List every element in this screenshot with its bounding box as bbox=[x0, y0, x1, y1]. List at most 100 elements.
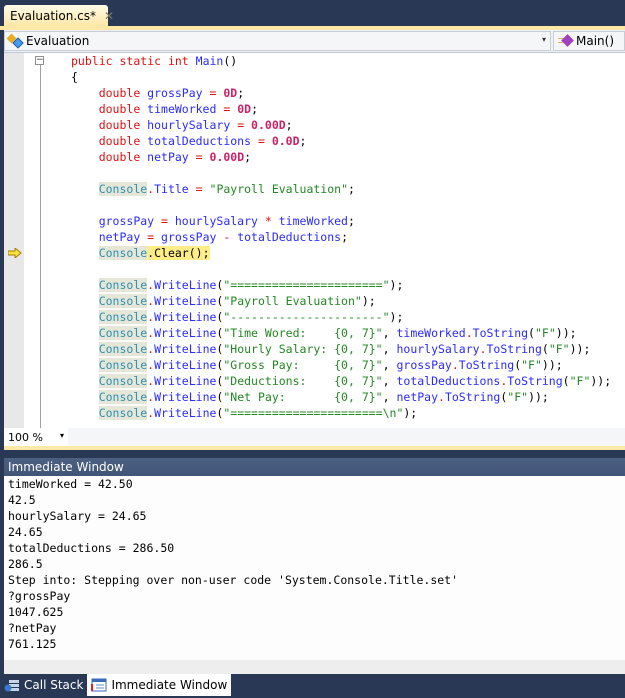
current-statement-arrow-icon bbox=[8, 248, 22, 258]
code-line[interactable]: public static int Main() bbox=[71, 53, 611, 69]
code-token-punc: ; bbox=[251, 102, 258, 116]
collapse-icon[interactable]: − bbox=[35, 56, 44, 65]
method-icon bbox=[558, 34, 574, 48]
tab-call-stack[interactable]: Call Stack bbox=[0, 674, 87, 696]
code-token-punc: ); bbox=[389, 278, 404, 292]
code-token-punc: () bbox=[223, 54, 238, 68]
code-token-str: "Time Wored: {0, 7}" bbox=[223, 326, 383, 340]
current-code-line[interactable]: Console.Clear(); bbox=[71, 245, 611, 261]
code-token-kw: public bbox=[71, 54, 120, 68]
code-token-punc: )); bbox=[555, 326, 577, 340]
code-token-cls: Console bbox=[98, 310, 148, 324]
code-token-op: . bbox=[451, 358, 459, 372]
code-token-cls: Console bbox=[98, 358, 148, 372]
code-line[interactable]: Console.WriteLine("Gross Pay: {0, 7}", g… bbox=[71, 357, 611, 373]
code-line[interactable]: Console.WriteLine("Deductions: {0, 7}", … bbox=[71, 373, 611, 389]
code-token-id: totalDeductions bbox=[147, 134, 252, 148]
code-line[interactable]: Console.WriteLine("---------------------… bbox=[71, 309, 611, 325]
code-token-punc: ; bbox=[348, 214, 355, 228]
code-token-str: "Gross Pay: {0, 7}" bbox=[223, 358, 383, 372]
code-line[interactable] bbox=[71, 261, 611, 277]
code-token-cls: Console bbox=[98, 294, 148, 308]
code-line[interactable] bbox=[71, 165, 611, 181]
code-token-id: Main bbox=[195, 54, 224, 68]
output-line: 761.125 bbox=[8, 637, 57, 651]
code-line[interactable]: double grossPay = 0D; bbox=[71, 85, 611, 101]
code-token-mem: WriteLine bbox=[154, 326, 217, 340]
code-token-punc: )); bbox=[528, 390, 549, 404]
code-token-punc: ( bbox=[562, 374, 570, 388]
call-stack-icon bbox=[4, 680, 19, 692]
code-token-str: "F" bbox=[548, 342, 570, 356]
code-token-punc: { bbox=[71, 70, 78, 84]
horizontal-scrollbar[interactable] bbox=[4, 660, 625, 674]
code-line[interactable]: Console.WriteLine("Payroll Evaluation"); bbox=[71, 293, 611, 309]
code-token-punc: ; bbox=[299, 134, 307, 148]
code-line[interactable]: netPay = grossPay - totalDeductions; bbox=[71, 229, 611, 245]
code-line[interactable]: double netPay = 0.00D; bbox=[71, 149, 611, 165]
tool-window-tabs: Call Stack Immediate Window bbox=[0, 674, 625, 698]
code-token-punc: ; bbox=[285, 118, 293, 132]
code-token-mem: ToString bbox=[458, 358, 515, 372]
code-token-str: "Net Pay: {0, 7}" bbox=[223, 390, 383, 404]
code-token-op: - bbox=[216, 230, 238, 244]
code-line[interactable]: Console.Title = "Payroll Evaluation"; bbox=[71, 181, 611, 197]
code-line[interactable]: grossPay = hourlySalary * timeWorked; bbox=[71, 213, 611, 229]
code-token-cls: Console bbox=[98, 182, 148, 196]
code-token-punc: , bbox=[382, 390, 397, 404]
code-token-op: = bbox=[251, 134, 272, 148]
code-token-mem: WriteLine bbox=[154, 390, 217, 404]
code-token-op: = bbox=[216, 102, 238, 116]
code-token-str: "======================\n" bbox=[223, 406, 404, 420]
code-line[interactable]: double timeWorked = 0D; bbox=[71, 101, 611, 117]
code-line[interactable]: Console.WriteLine("Net Pay: {0, 7}", net… bbox=[71, 389, 611, 405]
code-token-punc: , bbox=[382, 358, 397, 372]
zoom-level-dropdown[interactable]: 100 % ▾ bbox=[4, 428, 68, 446]
code-line[interactable]: Console. WriteLine ("Hourly Salary: {0, 7}… bbox=[71, 341, 611, 357]
class-selector-dropdown[interactable]: Evaluation ▾ bbox=[4, 31, 551, 51]
code-token-kw: double bbox=[98, 102, 148, 116]
immediate-window-output[interactable]: timeWorked = 42.50 42.5 hourlySalary = 24.… bbox=[4, 476, 625, 672]
code-line[interactable] bbox=[71, 197, 611, 213]
code-token-cls: Console bbox=[98, 390, 148, 404]
code-line[interactable]: { bbox=[71, 69, 611, 85]
tab-call-stack-label: Call Stack bbox=[24, 678, 84, 692]
output-line: Step into: Stepping over non-user code '… bbox=[8, 573, 459, 587]
code-token-str: "Hourly Salary: {0, 7}" bbox=[223, 342, 383, 356]
member-selector-dropdown[interactable]: Main() bbox=[553, 31, 625, 51]
code-token-str: "----------------------" bbox=[223, 310, 390, 324]
indicator-margin[interactable] bbox=[4, 53, 24, 428]
code-token-punc: )); bbox=[569, 342, 591, 356]
code-token-mem: WriteLine bbox=[154, 342, 217, 356]
close-icon[interactable]: ✕ bbox=[104, 9, 114, 23]
output-line: ?grossPay bbox=[8, 589, 71, 603]
code-text[interactable]: public static int Main(){ double grossPa… bbox=[71, 53, 611, 421]
code-editor[interactable]: − public static int Main(){ double gross… bbox=[4, 53, 625, 428]
chevron-down-icon: ▾ bbox=[541, 35, 546, 44]
code-token-op: . bbox=[438, 390, 445, 404]
code-token-str: "F" bbox=[507, 390, 529, 404]
code-line[interactable]: Console.WriteLine("=====================… bbox=[71, 277, 611, 293]
code-token-kw: static bbox=[119, 54, 168, 68]
code-token-punc: ; bbox=[244, 150, 252, 164]
code-line[interactable]: double totalDeductions = 0.0D; bbox=[71, 133, 611, 149]
code-token-str: "F" bbox=[521, 358, 542, 372]
code-token-kw: double bbox=[98, 150, 148, 164]
tab-immediate-window[interactable]: Immediate Window bbox=[87, 674, 232, 696]
code-token-id: grossPay bbox=[161, 230, 217, 244]
code-line[interactable]: Console.WriteLine("=====================… bbox=[71, 405, 611, 421]
member-selector-value: Main() bbox=[576, 34, 615, 48]
code-line[interactable]: Console.WriteLine("Time Wored: {0, 7}", … bbox=[71, 325, 611, 341]
code-line[interactable]: double hourlySalary = 0.00D; bbox=[71, 117, 611, 133]
document-tab-evaluation-cs[interactable]: Evaluation.cs* ✕ bbox=[4, 5, 114, 26]
